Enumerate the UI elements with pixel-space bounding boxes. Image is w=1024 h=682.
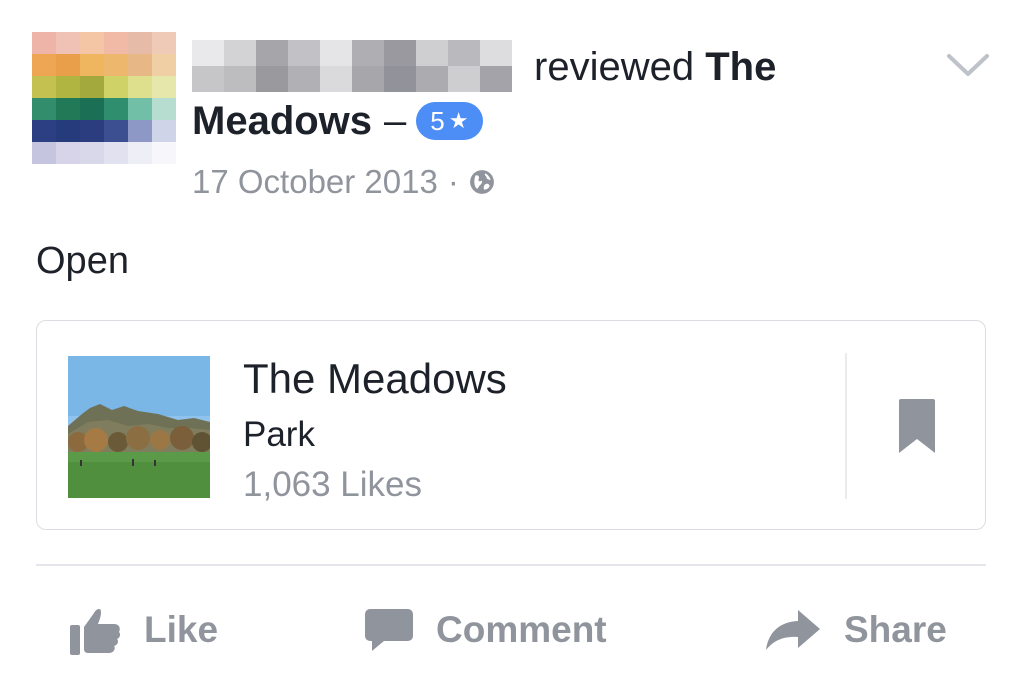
avatar[interactable] (32, 32, 176, 164)
comment-bubble-icon (365, 609, 413, 651)
post-headline-line2: Meadows – 5 ★ (192, 96, 483, 146)
rating-badge: 5 ★ (416, 102, 483, 140)
page-likes-count: 1,063 Likes (243, 465, 423, 504)
share-button[interactable]: Share (764, 600, 947, 660)
share-label: Share (844, 609, 947, 650)
rating-value: 5 (430, 106, 445, 136)
star-icon: ★ (448, 108, 469, 133)
share-arrow-icon (766, 610, 820, 650)
page-link-part1[interactable]: The (705, 45, 776, 89)
comment-button[interactable]: Comment (364, 600, 607, 660)
meta-separator: · (447, 163, 459, 200)
bookmark-icon[interactable] (897, 397, 937, 455)
page-category: Park (243, 415, 315, 454)
like-label: Like (144, 609, 219, 650)
globe-icon[interactable] (469, 169, 495, 195)
dash-separator: – (384, 99, 407, 143)
post-meta: 17 October 2013 · (192, 163, 495, 201)
post-date[interactable]: 17 October 2013 (192, 163, 438, 201)
review-text: Open (36, 240, 129, 282)
post-headline: reviewed The (534, 42, 776, 92)
redacted-author-name[interactable] (192, 40, 520, 92)
page-link-part2[interactable]: Meadows (192, 96, 372, 146)
action-text: reviewed (534, 45, 695, 89)
actions-divider (36, 564, 986, 566)
card-divider (845, 353, 847, 499)
page-title[interactable]: The Meadows (243, 355, 507, 403)
page-thumbnail[interactable] (68, 356, 210, 498)
chevron-down-icon[interactable] (946, 52, 990, 80)
like-button[interactable]: Like (68, 600, 218, 660)
comment-label: Comment (436, 609, 607, 650)
thumbs-up-icon (70, 609, 121, 655)
page-card[interactable]: The Meadows Park 1,063 Likes (36, 320, 986, 530)
